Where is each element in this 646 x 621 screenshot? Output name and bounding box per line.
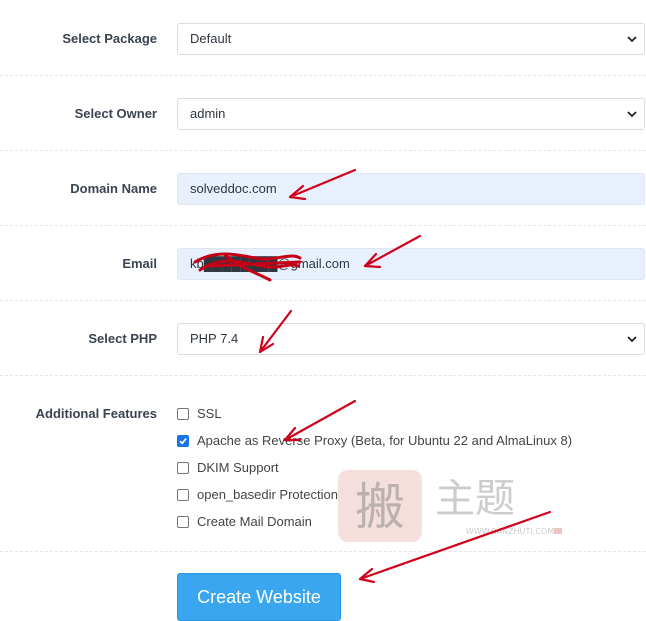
feature-dkim-label: DKIM Support bbox=[197, 460, 279, 475]
features-label: Additional Features bbox=[35, 406, 157, 421]
ssl-checkbox[interactable] bbox=[177, 407, 189, 420]
owner-value: admin bbox=[190, 106, 226, 121]
features-row: Additional Features SSL Apache as Revers… bbox=[0, 375, 646, 552]
feature-mail-domain-label: Create Mail Domain bbox=[197, 514, 312, 529]
dkim-checkbox[interactable] bbox=[177, 461, 189, 474]
feature-dkim[interactable]: DKIM Support bbox=[177, 460, 279, 475]
feature-open-basedir[interactable]: open_basedir Protection bbox=[177, 487, 338, 502]
domain-row: Domain Name solveddoc.com bbox=[0, 150, 646, 226]
domain-input[interactable]: solveddoc.com bbox=[177, 173, 645, 205]
feature-mail-domain[interactable]: Create Mail Domain bbox=[177, 514, 312, 529]
email-row: Email kb████████@gmail.com bbox=[0, 225, 646, 301]
package-row: Select Package Default bbox=[0, 0, 646, 76]
domain-value: solveddoc.com bbox=[190, 181, 277, 196]
php-select[interactable]: PHP 7.4 bbox=[177, 323, 645, 355]
email-value: kb████████@gmail.com bbox=[190, 256, 350, 271]
reverse-proxy-checkbox[interactable] bbox=[177, 434, 189, 447]
chevron-down-icon bbox=[626, 99, 638, 129]
feature-open-basedir-label: open_basedir Protection bbox=[197, 487, 338, 502]
feature-reverse-proxy[interactable]: Apache as Reverse Proxy (Beta, for Ubunt… bbox=[177, 433, 572, 448]
feature-reverse-proxy-label: Apache as Reverse Proxy (Beta, for Ubunt… bbox=[197, 433, 573, 448]
owner-label: Select Owner bbox=[74, 106, 157, 121]
package-label: Select Package bbox=[62, 31, 157, 46]
owner-row: Select Owner admin bbox=[0, 75, 646, 151]
feature-ssl[interactable]: SSL bbox=[177, 406, 222, 421]
domain-label: Domain Name bbox=[70, 181, 157, 196]
package-select[interactable]: Default bbox=[177, 23, 645, 55]
mail-domain-checkbox[interactable] bbox=[177, 515, 189, 528]
email-label: Email bbox=[122, 256, 157, 271]
email-input[interactable]: kb████████@gmail.com bbox=[177, 248, 645, 280]
php-label: Select PHP bbox=[88, 331, 157, 346]
feature-ssl-label: SSL bbox=[197, 406, 222, 421]
chevron-down-icon bbox=[626, 324, 638, 354]
chevron-down-icon bbox=[626, 24, 638, 54]
package-value: Default bbox=[190, 31, 232, 46]
php-value: PHP 7.4 bbox=[190, 331, 239, 346]
check-icon bbox=[179, 437, 187, 445]
open-basedir-checkbox[interactable] bbox=[177, 488, 189, 501]
owner-select[interactable]: admin bbox=[177, 98, 645, 130]
php-row: Select PHP PHP 7.4 bbox=[0, 300, 646, 376]
